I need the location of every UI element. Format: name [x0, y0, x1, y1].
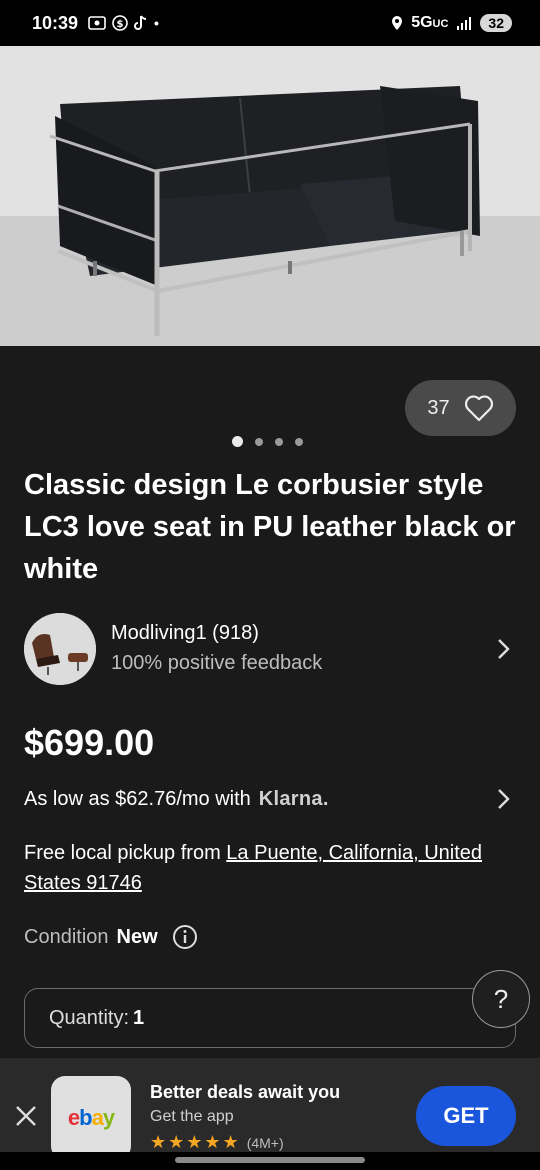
quantity-label: Quantity:: [49, 1006, 130, 1029]
financing-text: As low as $62.76/mo with: [24, 787, 251, 810]
app-install-banner: ebay Better deals await you Get the app …: [0, 1058, 540, 1152]
carousel-dot[interactable]: [232, 436, 243, 447]
price: $699.00: [24, 722, 155, 763]
seller-row[interactable]: Modliving1 (918) 100% positive feedback: [24, 612, 520, 686]
dollar-icon: $: [112, 15, 128, 31]
system-nav-bar: [0, 1152, 540, 1170]
klarna-logo: Klarna.: [258, 787, 329, 810]
help-button[interactable]: ?: [472, 970, 530, 1028]
pickup-info: Free local pickup from La Puente, Califo…: [24, 838, 494, 898]
carousel-dot[interactable]: [275, 437, 283, 446]
more-notifications-dot: •: [154, 15, 159, 31]
ebay-logo: ebay: [67, 1105, 115, 1130]
home-handle[interactable]: [175, 1157, 365, 1163]
lounge-chair-icon: [24, 613, 96, 685]
location-icon: [392, 16, 403, 30]
notification-icons: $ •: [88, 15, 159, 31]
quantity-select[interactable]: Quantity: 1: [24, 988, 516, 1048]
ebay-app-icon: ebay: [51, 1076, 131, 1152]
seller-feedback: 100% positive feedback: [111, 652, 323, 674]
status-bar: 10:39 $ • 5GUC 32: [0, 0, 540, 46]
quantity-value: 1: [133, 1006, 145, 1029]
sofa-illustration: [0, 46, 540, 346]
pickup-prefix: Free local pickup from: [24, 842, 227, 864]
seller-name[interactable]: Modliving1 (918): [111, 619, 322, 647]
get-app-button[interactable]: GET: [416, 1086, 516, 1146]
close-icon[interactable]: [14, 1104, 38, 1128]
network-type: 5GUC: [411, 14, 449, 31]
chevron-right-icon: [498, 789, 510, 809]
condition-row: Condition New: [24, 920, 198, 954]
carousel-dot[interactable]: [295, 437, 303, 446]
chevron-right-icon: [498, 639, 510, 659]
carousel-dot[interactable]: [255, 437, 263, 446]
listing-title: Classic design Le corbusier style LC3 lo…: [24, 469, 516, 585]
info-icon[interactable]: [172, 924, 198, 950]
status-time: 10:39: [32, 12, 79, 33]
banner-subtitle: Get the app: [150, 1108, 234, 1125]
banner-title: Better deals await you: [150, 1082, 341, 1102]
tiktok-icon: [134, 15, 147, 30]
rating-count: (4M+): [246, 1135, 284, 1151]
image-carousel-indicator: [232, 436, 303, 447]
heart-icon: [464, 395, 493, 422]
rating-stars: ★★★★★ (4M+): [150, 1132, 284, 1152]
financing-row[interactable]: As low as $62.76/mo with Klarna.: [24, 782, 520, 816]
stars-icon: ★★★★★: [150, 1132, 241, 1152]
screenshot-icon: [88, 16, 106, 30]
condition-value: New: [116, 925, 158, 948]
watch-count: 37: [427, 396, 450, 419]
condition-label: Condition: [24, 925, 109, 948]
svg-text:$: $: [117, 19, 124, 30]
watch-button[interactable]: 37: [405, 380, 516, 436]
signal-icon: [457, 17, 472, 30]
product-image[interactable]: [0, 46, 540, 346]
battery-indicator: 32: [480, 14, 512, 32]
seller-avatar: [24, 613, 96, 685]
